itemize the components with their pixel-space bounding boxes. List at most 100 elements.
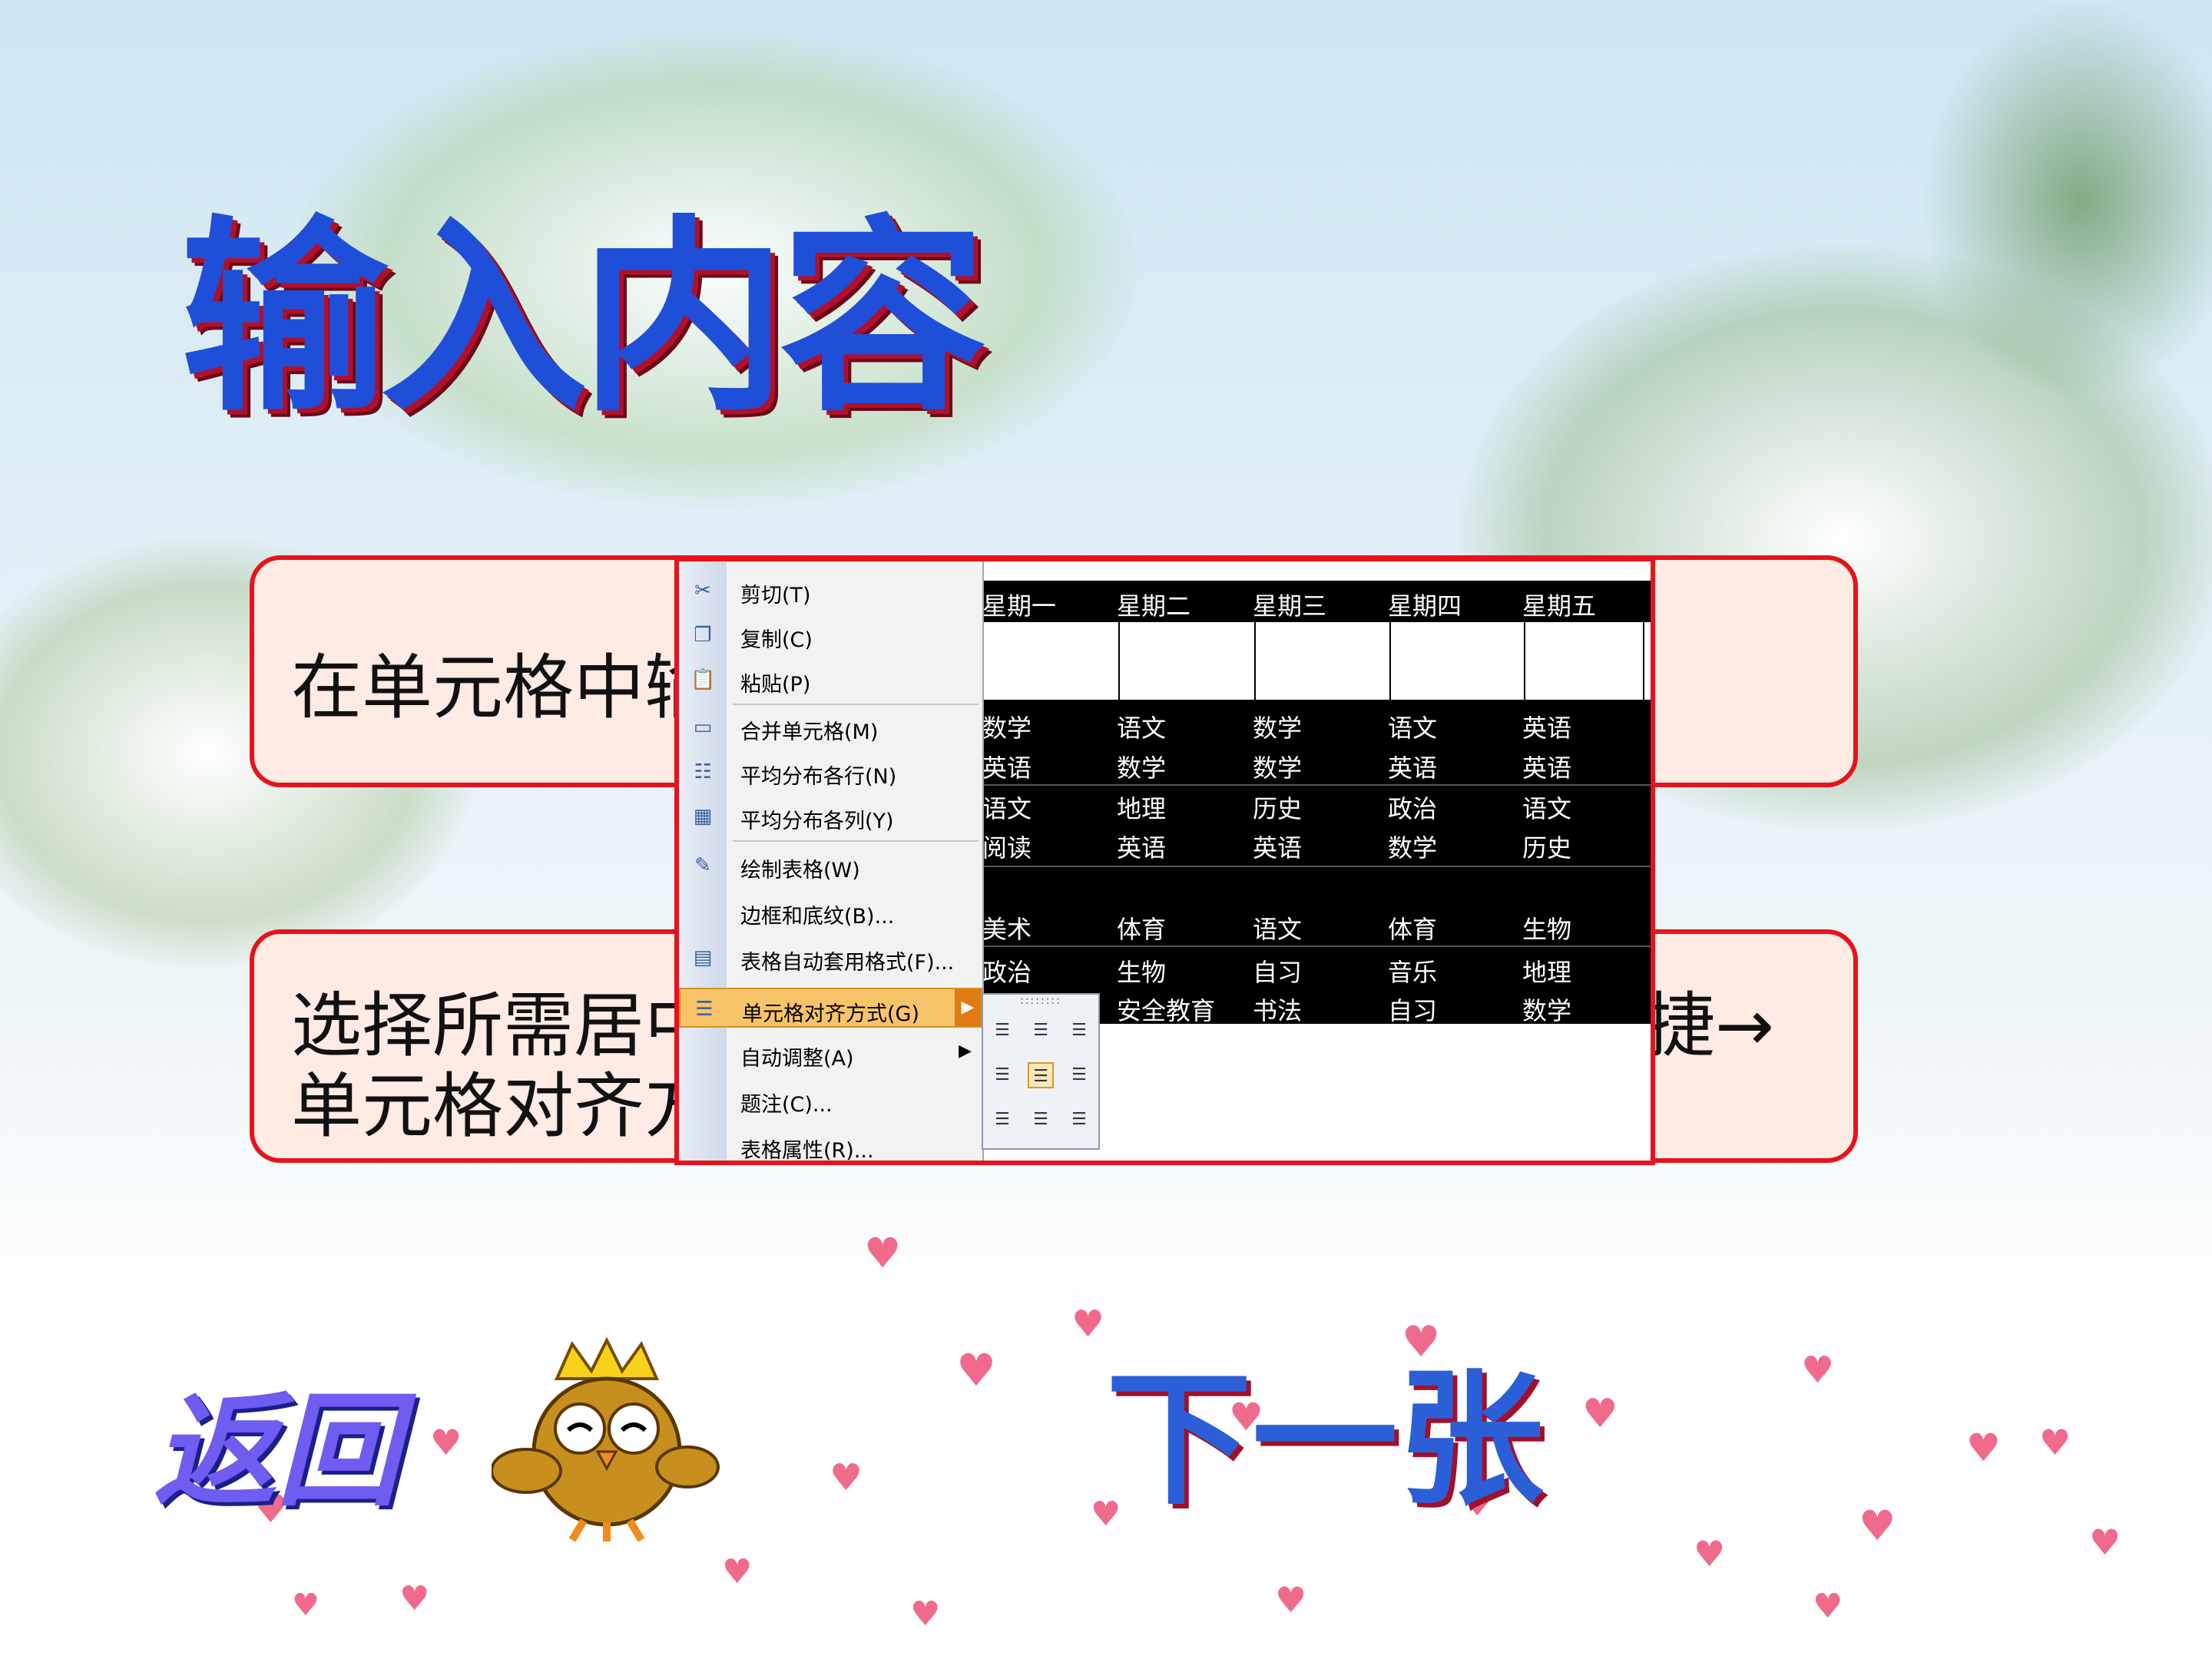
- align-bottom-right-icon[interactable]: ☰: [1066, 1107, 1092, 1133]
- menu-item-label: 剪切(T): [740, 584, 811, 608]
- table-cell[interactable]: 美术: [982, 910, 1031, 945]
- menu-item-copy[interactable]: ❐ 复制(C): [679, 615, 982, 655]
- table-cell[interactable]: 地理: [1117, 790, 1166, 825]
- callout-text-1: 在单元格中输: [291, 647, 716, 729]
- alignment-submenu: :::::::: ☰ ☰ ☰ ☰ ☰ ☰ ☰ ☰ ☰: [982, 993, 1100, 1150]
- menu-separator: [733, 840, 979, 842]
- menu-item-label: 粘贴(P): [740, 673, 811, 697]
- menu-item-draw-table[interactable]: ✎ 绘制表格(W): [679, 846, 982, 886]
- table-cell[interactable]: 英语: [1117, 829, 1166, 864]
- table-cell[interactable]: 英语: [1522, 709, 1571, 744]
- table-cell[interactable]: 英语: [982, 749, 1031, 784]
- table-cell[interactable]: 历史: [1522, 829, 1571, 864]
- align-top-center-icon[interactable]: ☰: [1028, 1018, 1054, 1044]
- copy-icon: ❐: [694, 624, 712, 647]
- table-cell[interactable]: 地理: [1522, 953, 1571, 988]
- menu-item-merge-cells[interactable]: ▭ 合并单元格(M): [679, 707, 982, 747]
- menu-item-label: 合并单元格(M): [740, 720, 879, 744]
- table-cell[interactable]: 英语: [1253, 829, 1302, 864]
- table-cell[interactable]: 语文: [1388, 709, 1437, 744]
- table-cell[interactable]: 阅读: [982, 829, 1031, 864]
- slide-title: 输入内容: [180, 197, 987, 439]
- table-header-row: 星期一 星期二 星期三 星期四 星期五: [982, 581, 1651, 621]
- table-cell[interactable]: 自习: [1388, 992, 1437, 1027]
- scissors-icon: ✂: [694, 579, 711, 602]
- distribute-rows-icon: ☷: [694, 760, 712, 783]
- table-cell[interactable]: 生物: [1117, 953, 1166, 988]
- menu-item-cut[interactable]: ✂ 剪切(T): [679, 571, 982, 611]
- table-cell[interactable]: 安全教育: [1117, 992, 1215, 1027]
- table-cell[interactable]: 音乐: [1388, 953, 1437, 988]
- back-button[interactable]: 返回: [154, 1352, 399, 1530]
- table-cell[interactable]: 自习: [1253, 953, 1302, 988]
- table-cell[interactable]: 数学: [1117, 749, 1166, 784]
- header-cell: 星期二: [1117, 591, 1191, 621]
- table-cell[interactable]: 体育: [1388, 910, 1437, 945]
- menu-item-label: 平均分布各行(N): [740, 765, 897, 789]
- menu-item-caption[interactable]: 题注(C)...: [679, 1080, 982, 1120]
- table-row-empty[interactable]: [982, 621, 1651, 701]
- menu-item-label: 单元格对齐方式(G): [742, 1002, 919, 1026]
- align-middle-center-icon[interactable]: ☰: [1028, 1062, 1054, 1088]
- paste-icon: 📋: [690, 668, 716, 691]
- align-bottom-center-icon[interactable]: ☰: [1028, 1107, 1054, 1133]
- menu-item-autoformat[interactable]: ▤ 表格自动套用格式(F)...: [679, 938, 982, 978]
- menu-item-distribute-rows[interactable]: ☷ 平均分布各行(N): [679, 752, 982, 792]
- callout-text-2-line2: 单元格对齐方: [291, 1065, 716, 1147]
- embedded-screenshot: 星期一 星期二 星期三 星期四 星期五 数学 语文 数学 语文 英语 英语 数学…: [674, 557, 1655, 1165]
- table-cell[interactable]: 语文: [1253, 910, 1302, 945]
- align-middle-right-icon[interactable]: ☰: [1066, 1062, 1092, 1088]
- table-cell[interactable]: 数学: [982, 709, 1031, 744]
- menu-item-autofit[interactable]: 自动调整(A) ▶: [679, 1034, 982, 1074]
- submenu-arrow-icon: ▶: [955, 989, 981, 1026]
- context-menu: ✂ 剪切(T) ❐ 复制(C) 📋 粘贴(P) ▭ 合并单元格(M) ☷ 平均分…: [679, 561, 984, 1163]
- menu-item-distribute-columns[interactable]: ▦ 平均分布各列(Y): [679, 796, 982, 836]
- table-cell[interactable]: 数学: [1388, 829, 1437, 864]
- draw-table-icon: ✎: [694, 854, 711, 877]
- menu-item-label: 复制(C): [740, 628, 813, 652]
- table-cell[interactable]: 数学: [1253, 709, 1302, 744]
- header-cell: 星期四: [1388, 591, 1462, 621]
- menu-item-label: 自动调整(A): [740, 1047, 854, 1071]
- table-cell[interactable]: 政治: [1388, 790, 1437, 825]
- align-bottom-left-icon[interactable]: ☰: [989, 1107, 1015, 1133]
- align-icon: ☰: [695, 998, 714, 1021]
- table-cell[interactable]: 语文: [1117, 709, 1166, 744]
- table-cell[interactable]: 数学: [1253, 749, 1302, 784]
- header-cell: 星期五: [1522, 591, 1597, 621]
- table-cell[interactable]: 历史: [1253, 790, 1302, 825]
- table-cell[interactable]: 体育: [1117, 910, 1166, 945]
- menu-item-label: 表格自动套用格式(F)...: [740, 951, 955, 975]
- menu-item-label: 平均分布各列(Y): [740, 810, 894, 833]
- align-middle-left-icon[interactable]: ☰: [989, 1062, 1015, 1088]
- table-cell[interactable]: 生物: [1522, 910, 1571, 945]
- submenu-drag-handle[interactable]: ::::::::: [983, 995, 1098, 1012]
- align-top-right-icon[interactable]: ☰: [1066, 1018, 1092, 1044]
- menu-separator: [733, 704, 979, 705]
- menu-item-borders-shading[interactable]: 边框和底纹(B)...: [679, 892, 982, 932]
- table-cell[interactable]: 书法: [1253, 992, 1302, 1027]
- table-cell[interactable]: 语文: [982, 790, 1031, 825]
- header-cell: 星期三: [1253, 591, 1327, 621]
- table-body[interactable]: 数学 语文 数学 语文 英语 英语 数学 数学 英语 英语 语文 地理 历史 政…: [982, 701, 1651, 1027]
- header-cell: 星期一: [982, 591, 1057, 621]
- align-top-left-icon[interactable]: ☰: [989, 1018, 1015, 1044]
- menu-item-cell-alignment[interactable]: ☰ 单元格对齐方式(G) ▶: [679, 988, 982, 1028]
- menu-item-label: 边框和底纹(B)...: [740, 905, 895, 929]
- table-cell[interactable]: 数学: [1522, 992, 1571, 1027]
- distribute-columns-icon: ▦: [693, 805, 713, 828]
- table-cell[interactable]: 英语: [1388, 749, 1437, 784]
- merge-cells-icon: ▭: [693, 716, 713, 739]
- menu-item-label: 表格属性(R)...: [740, 1139, 874, 1163]
- table-cell[interactable]: 语文: [1522, 790, 1571, 825]
- submenu-arrow-icon: ▶: [959, 1041, 972, 1061]
- table-cell[interactable]: 英语: [1522, 749, 1571, 784]
- menu-item-label: 绘制表格(W): [740, 859, 860, 882]
- table-cell[interactable]: 政治: [982, 953, 1031, 988]
- menu-item-paste[interactable]: 📋 粘贴(P): [679, 660, 982, 700]
- autoformat-icon: ▤: [693, 946, 713, 969]
- menu-item-table-properties[interactable]: 表格属性(R)...: [679, 1126, 982, 1163]
- owl-mascot-image: [490, 1336, 722, 1544]
- next-slide-button[interactable]: 下一张: [1106, 1321, 1544, 1532]
- callout-text-2-tail: 捷→: [1644, 985, 1775, 1067]
